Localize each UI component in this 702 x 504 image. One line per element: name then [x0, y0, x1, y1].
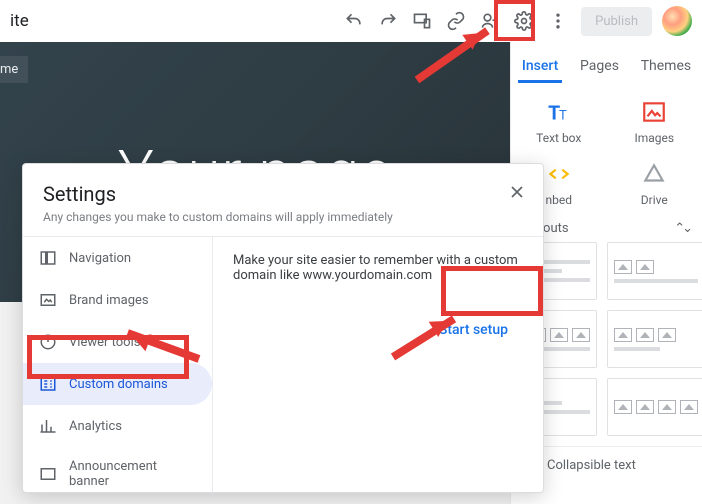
layouts-collapse-icon[interactable]: ⌃⌄	[674, 221, 690, 236]
tab-pages[interactable]: Pages	[576, 52, 623, 83]
layout-option[interactable]	[607, 242, 702, 300]
nav-label: Announcement banner	[69, 459, 196, 489]
insert-images-label: Images	[634, 131, 674, 145]
insert-embed-label: nbed	[546, 193, 573, 207]
preview-icon[interactable]	[405, 4, 439, 38]
sidebar-item-brand[interactable]: Brand images	[23, 279, 212, 321]
insert-textbox-label: Text box	[536, 131, 581, 145]
annotation-gear-highlight	[494, 0, 535, 41]
more-icon[interactable]	[541, 4, 575, 38]
insert-textbox[interactable]: TTText box	[519, 99, 599, 145]
close-icon[interactable]	[507, 182, 527, 206]
main-toolbar: ite Publish	[0, 0, 702, 42]
nav-label: Brand images	[69, 293, 149, 308]
home-tab[interactable]: me	[0, 56, 28, 83]
publish-button[interactable]: Publish	[581, 7, 652, 36]
annotation-custom-highlight	[27, 335, 189, 379]
tab-themes[interactable]: Themes	[637, 52, 695, 83]
layout-option[interactable]	[607, 310, 702, 368]
dialog-subtitle: Any changes you make to custom domains w…	[43, 210, 523, 224]
dialog-title: Settings	[43, 182, 523, 206]
layout-option[interactable]	[607, 378, 702, 436]
insert-images[interactable]: Images	[614, 99, 694, 145]
collapsible-label: Collapsible text	[547, 458, 636, 473]
side-tabs: Insert Pages Themes	[511, 52, 702, 83]
undo-icon[interactable]	[337, 4, 371, 38]
settings-dialog: Settings Any changes you make to custom …	[22, 163, 544, 493]
sidebar-item-announcement[interactable]: Announcement banner	[23, 447, 212, 492]
sidebar-item-analytics[interactable]: Analytics	[23, 405, 212, 447]
insert-drive-label: Drive	[641, 193, 668, 207]
avatar[interactable]	[662, 6, 692, 36]
redo-icon[interactable]	[371, 4, 405, 38]
insert-drive[interactable]: Drive	[614, 161, 694, 207]
sidebar-item-navigation[interactable]: Navigation	[23, 237, 212, 279]
nav-label: Analytics	[69, 419, 122, 434]
annotation-start-highlight	[441, 266, 543, 316]
tab-insert[interactable]: Insert	[518, 52, 562, 83]
site-title[interactable]: ite	[10, 11, 29, 31]
nav-label: Navigation	[69, 251, 131, 266]
svg-text:T: T	[559, 109, 567, 124]
